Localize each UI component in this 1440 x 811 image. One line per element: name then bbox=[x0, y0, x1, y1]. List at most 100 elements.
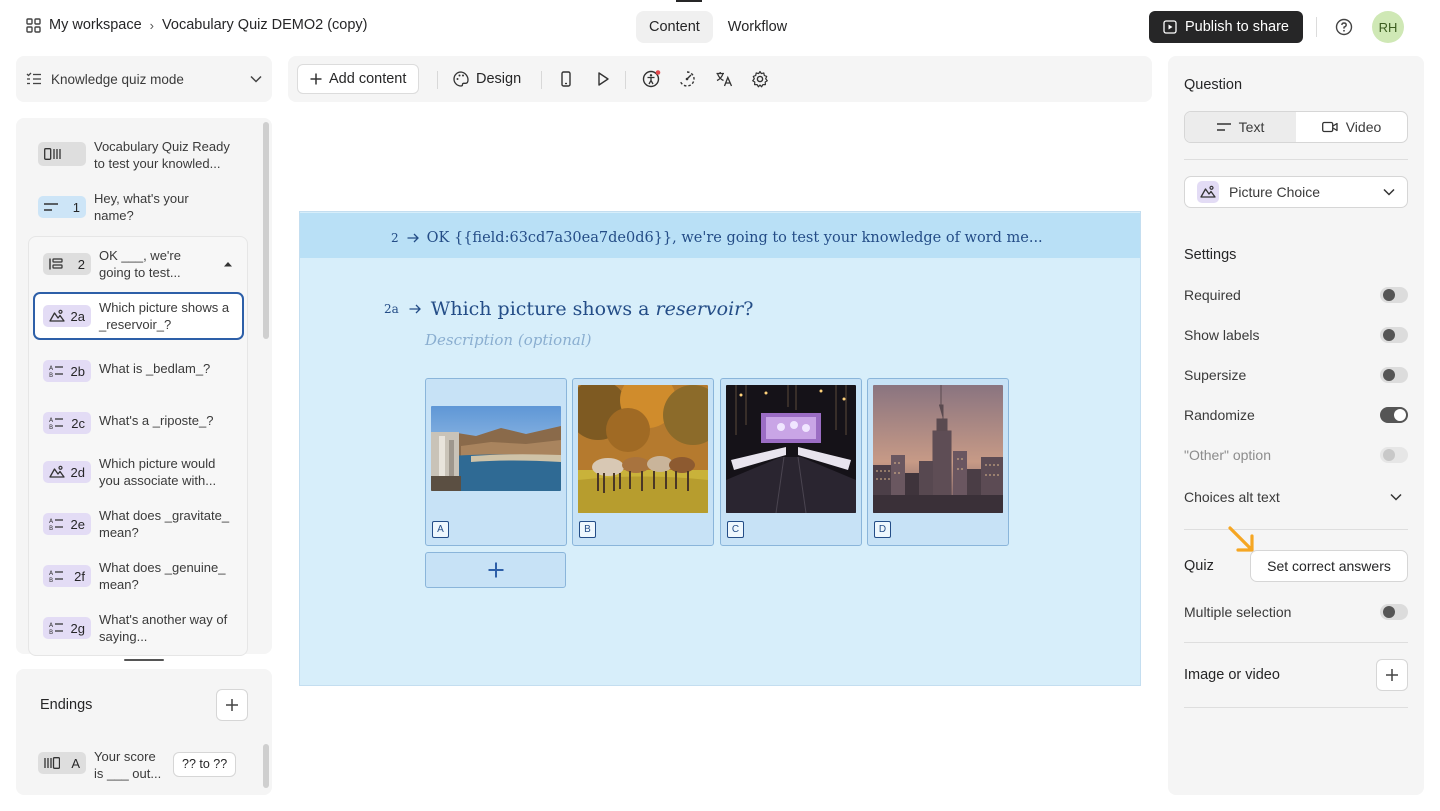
endings-scrollbar[interactable] bbox=[263, 744, 269, 788]
quiz-section-title: Quiz bbox=[1184, 558, 1214, 574]
breadcrumb: My workspace › Vocabulary Quiz DEMO2 (co… bbox=[26, 17, 368, 33]
video-format-option[interactable]: Video bbox=[1296, 112, 1407, 142]
supersize-toggle[interactable] bbox=[1380, 367, 1408, 383]
quiz-mode-selector[interactable]: Knowledge quiz mode bbox=[16, 56, 272, 102]
list-item-label: Vocabulary Quiz Ready to test your knowl… bbox=[94, 139, 230, 171]
avatar[interactable]: RH bbox=[1372, 11, 1404, 43]
list-check-icon bbox=[26, 72, 41, 85]
breadcrumb-workspace-link[interactable]: My workspace bbox=[49, 17, 142, 33]
question-text[interactable]: Which picture shows a reservoir? bbox=[431, 298, 754, 320]
ending-item-a[interactable]: A Your score is ___ out... bbox=[38, 748, 168, 782]
question-list-scrollbar[interactable] bbox=[263, 122, 269, 339]
list-item-1[interactable]: 1 Hey, what's your name? bbox=[38, 190, 238, 224]
translate-icon[interactable] bbox=[715, 70, 733, 88]
add-content-button[interactable]: Add content bbox=[297, 64, 420, 94]
multiple-selection-toggle[interactable] bbox=[1380, 604, 1408, 620]
workspace-grid-icon[interactable] bbox=[26, 17, 41, 33]
picture-choice-c[interactable]: C bbox=[720, 378, 862, 546]
multiple-choice-icon: AB bbox=[49, 570, 63, 583]
list-item-2e[interactable]: AB 2e What does _gravitate_ mean? bbox=[43, 507, 243, 541]
list-item-2c[interactable]: AB 2c What's a _riposte_? bbox=[43, 406, 243, 434]
randomize-toggle[interactable] bbox=[1380, 407, 1408, 423]
list-item-label: Which picture shows a _reservoir_? bbox=[99, 300, 230, 332]
list-item-label: What's another way of saying... bbox=[99, 612, 228, 644]
add-media-button[interactable] bbox=[1376, 659, 1408, 691]
text-format-option[interactable]: Text bbox=[1185, 112, 1296, 142]
add-ending-button[interactable] bbox=[216, 689, 248, 721]
help-icon[interactable] bbox=[1335, 18, 1353, 36]
picture-icon bbox=[1197, 181, 1219, 203]
text-lines-icon bbox=[1216, 123, 1231, 131]
previous-question-text: OK {{field:63cd7a30ea7de0d6}}, we're goi… bbox=[426, 230, 1043, 246]
accessibility-icon[interactable] bbox=[642, 70, 661, 88]
design-button[interactable]: Design bbox=[441, 64, 533, 94]
endings-title: Endings bbox=[40, 697, 93, 713]
multiple-choice-icon: AB bbox=[49, 518, 63, 531]
show-labels-label: Show labels bbox=[1184, 327, 1260, 343]
mobile-preview-icon[interactable] bbox=[557, 70, 575, 88]
form-title[interactable]: Vocabulary Quiz DEMO2 (copy) bbox=[162, 17, 368, 33]
panel-resize-handle[interactable] bbox=[124, 659, 164, 661]
list-item-2a[interactable]: 2a Which picture shows a _reservoir_? bbox=[43, 299, 243, 333]
list-item-label: What is _bedlam_? bbox=[99, 361, 211, 376]
palette-icon bbox=[453, 71, 469, 87]
chevron-up-icon[interactable] bbox=[223, 261, 233, 267]
short-text-icon bbox=[44, 203, 58, 211]
svg-text:B: B bbox=[49, 372, 53, 378]
question-badge: AB 2g bbox=[43, 617, 91, 639]
restaurant-image bbox=[726, 385, 856, 513]
list-item-2f[interactable]: AB 2f What does _genuine_ mean? bbox=[43, 559, 243, 593]
other-option-label: "Other" option bbox=[1184, 447, 1271, 463]
question-badge: AB 2b bbox=[43, 360, 91, 382]
top-tabs: Content Workflow bbox=[636, 0, 800, 43]
question-badge: 1 bbox=[38, 196, 86, 218]
tab-workflow[interactable]: Workflow bbox=[715, 11, 800, 43]
multiple-choice-icon: AB bbox=[49, 622, 63, 635]
picture-choice-b[interactable]: B bbox=[572, 378, 714, 546]
previous-question[interactable]: 2 OK {{field:63cd7a30ea7de0d6}}, we're g… bbox=[391, 230, 1043, 246]
divider bbox=[1184, 529, 1408, 530]
picture-icon bbox=[49, 465, 65, 478]
svg-text:A: A bbox=[49, 417, 54, 424]
divider bbox=[1316, 17, 1317, 37]
required-label: Required bbox=[1184, 287, 1241, 303]
list-item-2b[interactable]: AB 2b What is _bedlam_? bbox=[43, 354, 243, 382]
choices-alt-text-label[interactable]: Choices alt text bbox=[1184, 489, 1280, 505]
required-toggle[interactable] bbox=[1380, 287, 1408, 303]
picture-choice-d[interactable]: D bbox=[867, 378, 1009, 546]
list-item-2d[interactable]: 2d Which picture would you associate wit… bbox=[43, 455, 243, 489]
list-item-label: What does _genuine_ mean? bbox=[99, 560, 226, 592]
tab-content[interactable]: Content bbox=[636, 0, 713, 43]
plus-icon bbox=[1386, 669, 1398, 681]
horses-image bbox=[578, 385, 708, 513]
picture-choice-a[interactable]: A bbox=[425, 378, 567, 546]
svg-text:B: B bbox=[49, 629, 53, 635]
other-option-toggle[interactable] bbox=[1380, 447, 1408, 463]
svg-text:B: B bbox=[49, 577, 53, 583]
question-badge: 2d bbox=[43, 461, 91, 483]
question-type-dropdown[interactable]: Picture Choice bbox=[1184, 176, 1408, 208]
divider bbox=[1184, 159, 1408, 160]
current-question[interactable]: 2a Which picture shows a reservoir? bbox=[384, 298, 753, 320]
set-correct-answers-button[interactable]: Set correct answers bbox=[1250, 550, 1408, 582]
publish-label: Publish to share bbox=[1185, 19, 1289, 35]
publish-button[interactable]: Publish to share bbox=[1149, 11, 1303, 43]
question-group-icon bbox=[49, 258, 63, 270]
list-item-2[interactable]: 2 OK ___, we're going to test... bbox=[43, 247, 233, 281]
logic-icon[interactable] bbox=[678, 70, 696, 88]
list-item-welcome[interactable]: Vocabulary Quiz Ready to test your knowl… bbox=[38, 138, 238, 172]
list-item-label: What does _gravitate_ mean? bbox=[99, 508, 230, 540]
add-choice-button[interactable] bbox=[425, 552, 566, 588]
list-item-2g[interactable]: AB 2g What's another way of saying... bbox=[43, 611, 243, 645]
preview-play-icon[interactable] bbox=[594, 70, 612, 88]
previous-question-number: 2 bbox=[391, 231, 399, 245]
settings-section-title: Settings bbox=[1184, 247, 1237, 263]
score-range-badge[interactable]: ?? to ?? bbox=[173, 752, 237, 777]
svg-text:A: A bbox=[49, 365, 54, 372]
show-labels-toggle[interactable] bbox=[1380, 327, 1408, 343]
gear-icon[interactable] bbox=[751, 70, 769, 88]
chevron-down-icon[interactable] bbox=[1390, 493, 1402, 501]
description-input[interactable]: Description (optional) bbox=[425, 331, 591, 349]
question-badge: 2a bbox=[43, 305, 91, 327]
choice-letter: D bbox=[874, 521, 891, 538]
